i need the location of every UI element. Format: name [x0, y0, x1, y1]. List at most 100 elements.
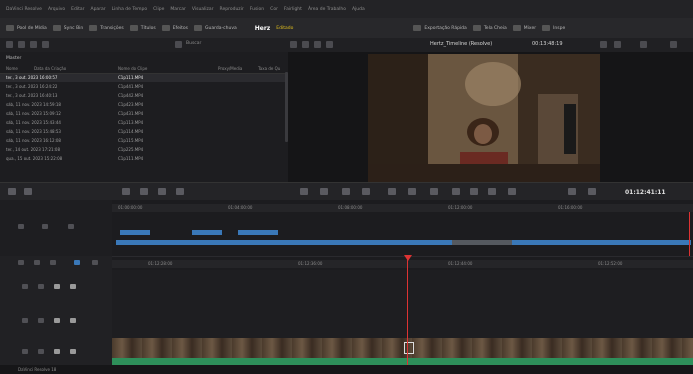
- timeline-ruler[interactable]: 01:12:28:00 01:12:36:00 01:12:44:00 01:12:5…: [112, 260, 693, 268]
- menu-item[interactable]: Linha de Tempo: [112, 7, 147, 12]
- link-icon[interactable]: [362, 188, 370, 195]
- sync-bin-button[interactable]: Sync Bin: [52, 25, 83, 31]
- col-clipname[interactable]: Nome do Clipe: [118, 66, 147, 71]
- mixer-button[interactable]: Mixer: [512, 25, 536, 31]
- viewer-split-icon[interactable]: [314, 41, 321, 48]
- skip-forward-icon[interactable]: [488, 188, 496, 195]
- inspector-button[interactable]: Inspe: [542, 25, 565, 31]
- lock-icon[interactable]: [22, 284, 28, 289]
- menu-item[interactable]: DaVinci Resolve: [6, 7, 42, 12]
- metadata-view-icon[interactable]: [30, 41, 37, 48]
- track-lock-icon[interactable]: [18, 260, 24, 265]
- auto-select-icon[interactable]: [38, 284, 44, 289]
- lock-icon[interactable]: [22, 318, 28, 323]
- options-icon[interactable]: [614, 41, 621, 48]
- quick-export-button[interactable]: Exportação Rápida: [413, 25, 467, 31]
- mark-in-icon[interactable]: [568, 188, 576, 195]
- media-pool-row[interactable]: sáb, 11 nov. 2023 15:09:12 C1p431.MP4: [0, 110, 288, 118]
- col-rate[interactable]: Taxa de Qu: [258, 66, 280, 71]
- track-settings-icon[interactable]: [92, 260, 98, 265]
- skip-back-icon[interactable]: [430, 188, 438, 195]
- stop-icon[interactable]: [452, 188, 460, 195]
- thumb-view-icon[interactable]: [18, 41, 25, 48]
- mini-ruler[interactable]: 01:00:00:00 01:04:00:00 01:08:00:00 01:12:0…: [112, 204, 693, 212]
- menu-item[interactable]: Área de Trabalho: [308, 7, 346, 12]
- col-name[interactable]: Nome: [6, 66, 18, 71]
- menu-item[interactable]: Visualizar: [192, 7, 214, 12]
- mark-out-icon[interactable]: [588, 188, 596, 195]
- eye-icon[interactable]: [54, 349, 60, 354]
- col-proxy[interactable]: Proxy/Media: [218, 66, 242, 71]
- track-lane-v3[interactable]: [112, 270, 693, 305]
- sort-icon[interactable]: [42, 41, 49, 48]
- media-pool-row[interactable]: sáb, 11 nov. 2023 16:12:08 C1p115.MP4: [0, 137, 288, 145]
- timeline-name[interactable]: Hertz_Timeline (Resolve): [430, 41, 492, 47]
- thumb-medium-icon[interactable]: [140, 188, 148, 195]
- snap-icon[interactable]: [342, 188, 350, 195]
- menu-item[interactable]: Arquivo: [48, 7, 65, 12]
- mute-icon[interactable]: [70, 349, 76, 354]
- zoom-icon[interactable]: [600, 41, 607, 48]
- titles-button[interactable]: Títulos: [129, 25, 156, 31]
- menu-item[interactable]: Aparar: [91, 7, 106, 12]
- prev-clip-icon[interactable]: [388, 188, 396, 195]
- thumb-large-icon[interactable]: [158, 188, 166, 195]
- media-pool-row[interactable]: sáb, 11 nov. 2023 15:48:53 C1p114.MP4: [0, 128, 288, 136]
- mute-icon[interactable]: [70, 284, 76, 289]
- sort-order-icon[interactable]: [176, 188, 184, 195]
- menu-item[interactable]: Clipe: [153, 7, 164, 12]
- mini-zoom-icon[interactable]: [18, 224, 24, 229]
- menu-item[interactable]: Fairlight: [284, 7, 302, 12]
- bin-list-icon[interactable]: [8, 188, 16, 195]
- search-icon[interactable]: [175, 41, 182, 48]
- bin-panel-icon[interactable]: [24, 188, 32, 195]
- viewer-frame[interactable]: [368, 54, 600, 182]
- menu-item[interactable]: Marcar: [170, 7, 185, 12]
- mini-timeline-lane[interactable]: [112, 212, 693, 257]
- play-reverse-icon[interactable]: [408, 188, 416, 195]
- clip-cut-marker[interactable]: [404, 342, 414, 354]
- bin-header[interactable]: Master: [6, 56, 21, 61]
- lock-icon[interactable]: [22, 349, 28, 354]
- media-pool-row[interactable]: qua., 15 out. 2023 15:22:08 C1p111.MP4: [0, 155, 288, 163]
- trim-icon[interactable]: [300, 188, 308, 195]
- razor-icon[interactable]: [320, 188, 328, 195]
- menu-item[interactable]: Cor: [270, 7, 278, 12]
- media-pool-row[interactable]: ter., 3 out. 2023 16:40:13 C1p442.MP4: [0, 92, 288, 100]
- menu-item[interactable]: Fusion: [250, 7, 264, 12]
- dots-icon[interactable]: [670, 41, 677, 48]
- menu-item[interactable]: Reproduzir: [220, 7, 244, 12]
- transitions-button[interactable]: Transições: [89, 25, 124, 31]
- mute-icon[interactable]: [70, 318, 76, 323]
- list-view-icon[interactable]: [6, 41, 13, 48]
- auto-select-icon[interactable]: [38, 318, 44, 323]
- mini-fit-icon[interactable]: [68, 224, 74, 229]
- media-pool-button[interactable]: Pool de Mídia: [6, 25, 47, 31]
- playhead-handle[interactable]: [404, 255, 412, 261]
- eye-icon[interactable]: [54, 284, 60, 289]
- video-clip-v1[interactable]: [112, 338, 693, 359]
- thumb-small-icon[interactable]: [122, 188, 130, 195]
- viewer-layout-icon[interactable]: [302, 41, 309, 48]
- media-pool-row[interactable]: ter., 14 out. 2023 17:21:08 C1p225.MP4: [0, 146, 288, 154]
- loop-icon[interactable]: [508, 188, 516, 195]
- timeline-selector[interactable]: Guarda-chuva: [194, 25, 237, 31]
- track-color-icon[interactable]: [74, 260, 80, 265]
- play-icon[interactable]: [470, 188, 478, 195]
- auto-select-icon[interactable]: [38, 349, 44, 354]
- more-icon[interactable]: [640, 41, 647, 48]
- track-lane-v2[interactable]: [112, 304, 693, 339]
- playhead-line[interactable]: [407, 256, 408, 366]
- track-link-icon[interactable]: [34, 260, 40, 265]
- media-pool-row[interactable]: sáb, 11 nov. 2023 15:43:44 C1p113.MP4: [0, 119, 288, 127]
- col-date[interactable]: Data da Criação: [34, 66, 66, 71]
- fullscreen-button[interactable]: Tela Cheia: [472, 25, 507, 31]
- media-pool-row[interactable]: ter., 3 out. 2023 16:00:57 C1p111.MP4: [0, 74, 288, 82]
- media-pool-row[interactable]: ter., 3 out. 2023 16:24:22 C1p441.MP4: [0, 83, 288, 91]
- menu-item[interactable]: Editar: [71, 7, 84, 12]
- track-audio-icon[interactable]: [50, 260, 56, 265]
- media-pool-row[interactable]: sáb, 11 nov. 2023 14:59:18 C1p423.MP4: [0, 101, 288, 109]
- eye-icon[interactable]: [54, 318, 60, 323]
- mini-detail-icon[interactable]: [42, 224, 48, 229]
- effects-button[interactable]: Efeitos: [161, 25, 188, 31]
